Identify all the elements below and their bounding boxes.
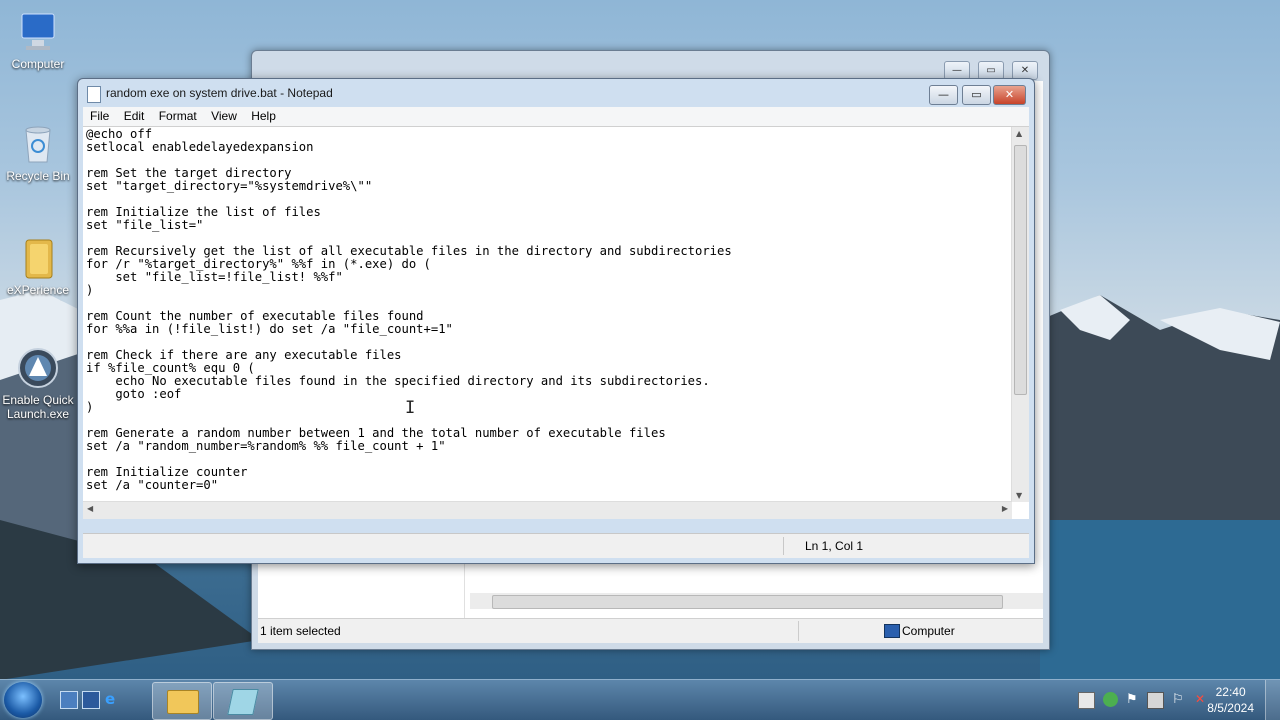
notepad-icon	[87, 86, 101, 103]
selection-count: 1 item selected	[260, 624, 341, 638]
desktop-icon-experience[interactable]: eXPerience	[0, 236, 76, 297]
horizontal-scrollbar[interactable]: ◀ ▶	[83, 501, 1012, 519]
internet-explorer-icon[interactable]: e	[105, 691, 121, 707]
notification-icon[interactable]	[1078, 692, 1095, 709]
notepad-window[interactable]: random exe on system drive.bat - Notepad…	[77, 78, 1035, 564]
menu-format[interactable]: Format	[155, 107, 201, 123]
window-title: random exe on system drive.bat - Notepad	[106, 86, 333, 100]
scroll-down-arrow[interactable]: ▼	[1016, 491, 1022, 500]
taskbar-notepad-button[interactable]	[213, 682, 273, 720]
desktop-icon-label: Enable Quick Launch.exe	[2, 393, 74, 421]
clock-date: 8/5/2024	[1207, 701, 1254, 715]
notepad-icon	[227, 689, 259, 715]
vertical-scrollbar[interactable]: ▲ ▼	[1011, 127, 1029, 502]
launch-app-icon	[16, 346, 60, 390]
folder-icon	[167, 690, 199, 714]
desktop-icon-recycle-bin[interactable]: Recycle Bin	[0, 122, 76, 183]
start-button[interactable]	[4, 682, 42, 718]
show-desktop-button[interactable]	[1265, 680, 1280, 720]
menu-edit[interactable]: Edit	[120, 107, 149, 123]
document-text[interactable]: @echo off setlocal enabledelayedexpansio…	[86, 128, 732, 492]
desktop-icon-enable-quick-launch[interactable]: Enable Quick Launch.exe	[0, 346, 76, 421]
taskbar: e ⚑ ⚐ ✕ 22:40 8/5/2024	[0, 679, 1280, 720]
explorer-statusbar: 1 item selected Computer	[258, 618, 1043, 643]
menu-file[interactable]: File	[86, 107, 113, 123]
folder-icon	[16, 236, 60, 280]
menu-help[interactable]: Help	[247, 107, 280, 123]
network-icon[interactable]	[1147, 692, 1164, 709]
desktop-icon-label: Recycle Bin	[6, 169, 70, 183]
scroll-up-arrow[interactable]: ▲	[1016, 129, 1022, 138]
scroll-right-arrow[interactable]: ▶	[1002, 504, 1008, 513]
flag-icon[interactable]: ⚐	[1172, 692, 1187, 707]
location-label: Computer	[902, 624, 955, 638]
desktop-icon-label: eXPerience	[6, 283, 70, 297]
desktop-icon-computer[interactable]: Computer	[0, 10, 76, 71]
clock[interactable]: 22:40 8/5/2024	[1207, 684, 1254, 716]
explorer-hscroll[interactable]	[470, 593, 1043, 609]
scroll-left-arrow[interactable]: ◀	[87, 504, 93, 513]
minimize-button[interactable]: —	[929, 85, 958, 105]
menu-bar: File Edit Format View Help	[83, 107, 1029, 126]
cursor-position: Ln 1, Col 1	[805, 539, 864, 553]
security-icon[interactable]	[1103, 692, 1118, 707]
text-editor[interactable]: @echo off setlocal enabledelayedexpansio…	[83, 126, 1029, 519]
action-center-flag-icon[interactable]: ⚑	[1126, 692, 1141, 707]
recycle-bin-icon	[16, 122, 60, 166]
text-cursor-icon: I	[405, 398, 416, 418]
menu-view[interactable]: View	[207, 107, 241, 123]
desktop-icon-label: Computer	[11, 57, 65, 71]
taskbar-explorer-button[interactable]	[152, 682, 212, 720]
close-button[interactable]: ✕	[993, 85, 1026, 105]
status-bar: Ln 1, Col 1	[83, 533, 1029, 558]
computer-icon	[16, 10, 60, 54]
maximize-button[interactable]: ▭	[962, 85, 991, 105]
computer-icon	[884, 624, 900, 638]
show-desktop-icon[interactable]	[60, 691, 78, 709]
switch-windows-icon[interactable]	[82, 691, 100, 709]
clock-time: 22:40	[1215, 685, 1246, 699]
scroll-thumb[interactable]	[1014, 145, 1027, 395]
